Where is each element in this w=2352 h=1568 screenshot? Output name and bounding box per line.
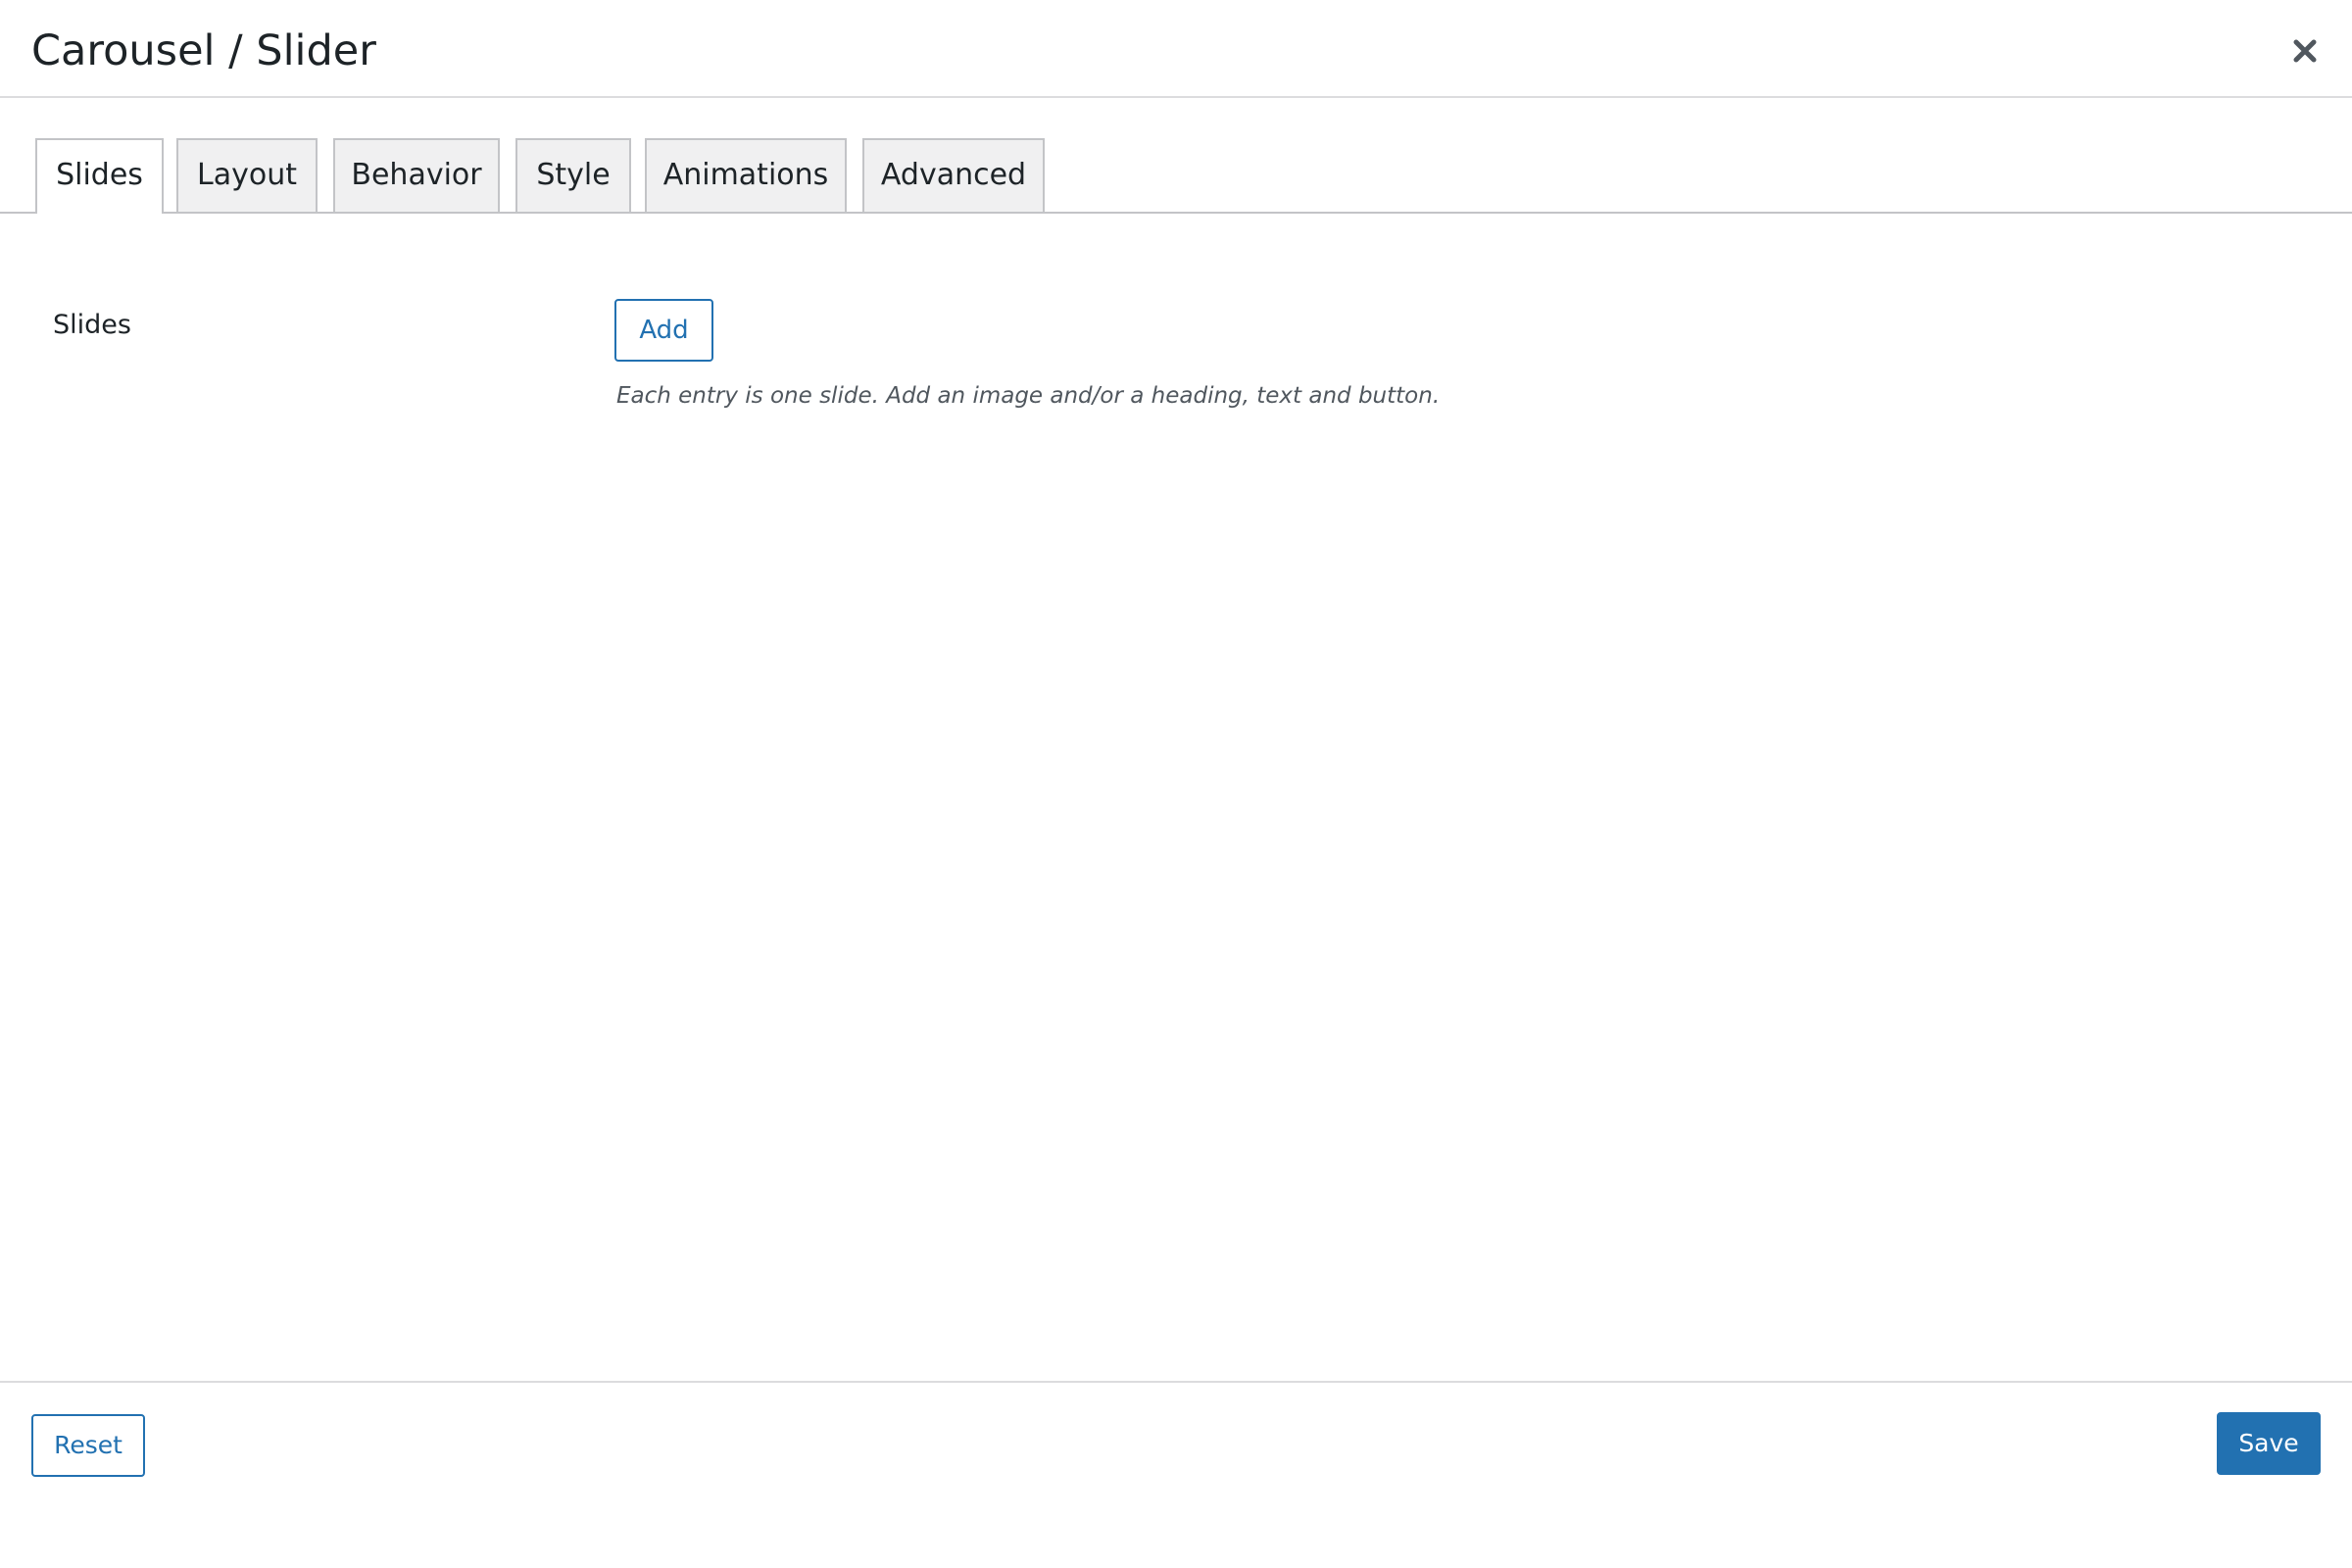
reset-button[interactable]: Reset	[31, 1414, 145, 1477]
close-icon	[2283, 29, 2327, 73]
tab-behavior[interactable]: Behavior	[333, 138, 500, 212]
tab-animations[interactable]: Animations	[645, 138, 847, 212]
carousel-slider-dialog: Carousel / Slider Slides Layout Behavior…	[0, 0, 2352, 1568]
dialog-title: Carousel / Slider	[31, 26, 376, 75]
dialog-header: Carousel / Slider	[0, 0, 2352, 98]
save-button[interactable]: Save	[2217, 1412, 2321, 1475]
dialog-footer: Reset Save	[0, 1381, 2352, 1568]
tab-layout[interactable]: Layout	[176, 138, 318, 212]
tab-bar: Slides Layout Behavior Style Animations …	[0, 138, 2352, 214]
slides-field-label: Slides	[53, 310, 131, 340]
slides-help-text: Each entry is one slide. Add an image an…	[616, 383, 1441, 409]
tab-slides[interactable]: Slides	[35, 138, 164, 214]
tab-style[interactable]: Style	[515, 138, 631, 212]
tab-advanced[interactable]: Advanced	[862, 138, 1045, 212]
add-slide-button[interactable]: Add	[614, 299, 713, 362]
close-button[interactable]	[2283, 29, 2327, 73]
